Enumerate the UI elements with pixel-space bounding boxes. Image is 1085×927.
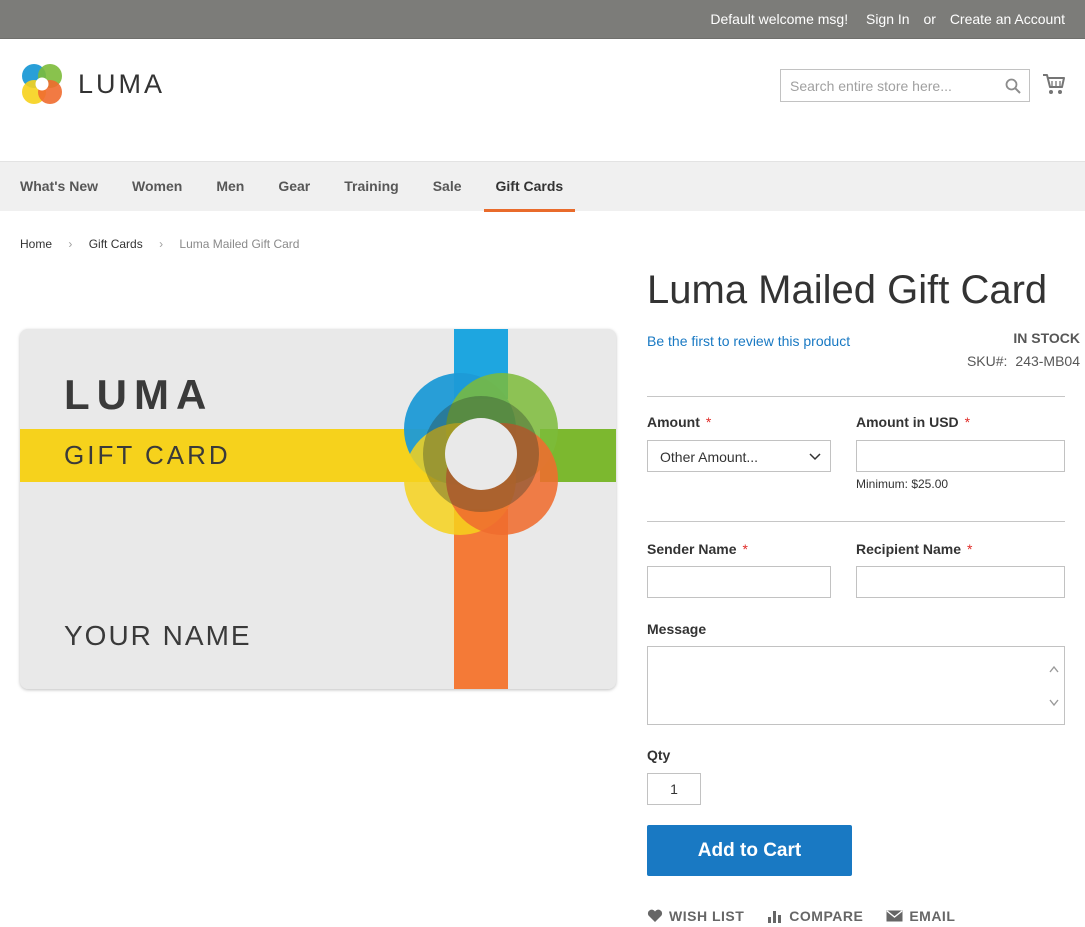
card-name-text: YOUR NAME (64, 620, 252, 651)
sku-value: 243-MB04 (1015, 353, 1080, 369)
logo-text: LUMA (78, 68, 166, 99)
qty-label: Qty (647, 747, 671, 763)
compare-link[interactable]: COMPARE (767, 908, 863, 924)
sign-in-link[interactable]: Sign In (866, 11, 910, 27)
welcome-message: Default welcome msg! (710, 11, 849, 27)
message-label: Message (647, 621, 707, 637)
gift-card-image: LUMA GIFT CARD YOUR NAME (20, 329, 616, 689)
nav-item-whats-new[interactable]: What's New (20, 162, 98, 212)
amount-label: Amount * (647, 414, 712, 430)
chevron-down-icon (809, 453, 821, 461)
nav-item-gear[interactable]: Gear (278, 162, 310, 212)
wish-list-link[interactable]: WISH LIST (647, 908, 744, 924)
top-bar: Default welcome msg! Sign In or Create a… (0, 0, 1085, 39)
nav-item-men[interactable]: Men (216, 162, 244, 212)
sender-name-label: Sender Name * (647, 541, 748, 557)
card-brand-text: LUMA (64, 371, 213, 418)
breadcrumb-home[interactable]: Home (20, 237, 52, 251)
nav-item-sale[interactable]: Sale (433, 162, 462, 212)
breadcrumb-gift-cards[interactable]: Gift Cards (89, 237, 143, 251)
amount-select-value: Other Amount... (660, 449, 759, 465)
sku: SKU#: 243-MB04 (967, 353, 1080, 369)
nav-item-women[interactable]: Women (132, 162, 182, 212)
scroll-down-icon[interactable] (1049, 699, 1059, 707)
sku-label: SKU#: (966, 353, 1008, 369)
divider (647, 521, 1065, 522)
chevron-right-icon: › (159, 237, 164, 251)
product-title: Luma Mailed Gift Card (647, 268, 1048, 312)
review-link[interactable]: Be the first to review this product (647, 333, 850, 349)
scroll-up-icon[interactable] (1049, 665, 1059, 673)
email-link[interactable]: EMAIL (886, 908, 955, 924)
compare-label: COMPARE (789, 908, 864, 924)
main-navigation: What's New Women Men Gear Training Sale … (0, 161, 1085, 212)
amount-hint: Minimum: $25.00 (856, 477, 949, 491)
stock-status: IN STOCK (1013, 330, 1080, 346)
nav-item-training[interactable]: Training (344, 162, 398, 212)
product-image[interactable]: LUMA GIFT CARD YOUR NAME (20, 329, 616, 689)
amount-usd-input[interactable] (856, 440, 1065, 472)
recipient-name-input[interactable] (856, 566, 1065, 598)
product-social-links: WISH LIST COMPARE EMAIL (647, 908, 978, 924)
luma-logo-icon (22, 64, 62, 104)
chevron-right-icon: › (68, 237, 73, 251)
amount-usd-label: Amount in USD * (856, 414, 971, 430)
wish-list-label: WISH LIST (669, 908, 745, 924)
add-to-cart-button[interactable]: Add to Cart (647, 825, 852, 876)
or-text: or (923, 11, 936, 27)
cart-icon[interactable] (1042, 72, 1066, 96)
logo[interactable]: LUMA (20, 61, 165, 107)
amount-select[interactable]: Other Amount... (647, 440, 831, 472)
compare-icon (768, 911, 782, 923)
create-account-link[interactable]: Create an Account (950, 11, 1065, 27)
header-links: Default welcome msg! Sign In or Create a… (700, 11, 1065, 27)
envelope-icon (886, 910, 903, 922)
search-input[interactable] (781, 70, 996, 101)
divider (647, 396, 1065, 397)
card-subtitle-text: GIFT CARD (64, 440, 231, 470)
heart-icon (647, 909, 663, 922)
sender-name-input[interactable] (647, 566, 831, 598)
qty-input[interactable]: 1 (647, 773, 701, 805)
nav-item-gift-cards[interactable]: Gift Cards (483, 162, 576, 212)
email-label: EMAIL (909, 908, 956, 924)
breadcrumb: Home › Gift Cards › Luma Mailed Gift Car… (20, 237, 299, 251)
search-icon[interactable] (1005, 78, 1021, 94)
recipient-name-label: Recipient Name * (856, 541, 973, 557)
search-box (780, 69, 1030, 102)
breadcrumb-current: Luma Mailed Gift Card (179, 237, 300, 251)
message-textarea[interactable] (647, 646, 1065, 725)
